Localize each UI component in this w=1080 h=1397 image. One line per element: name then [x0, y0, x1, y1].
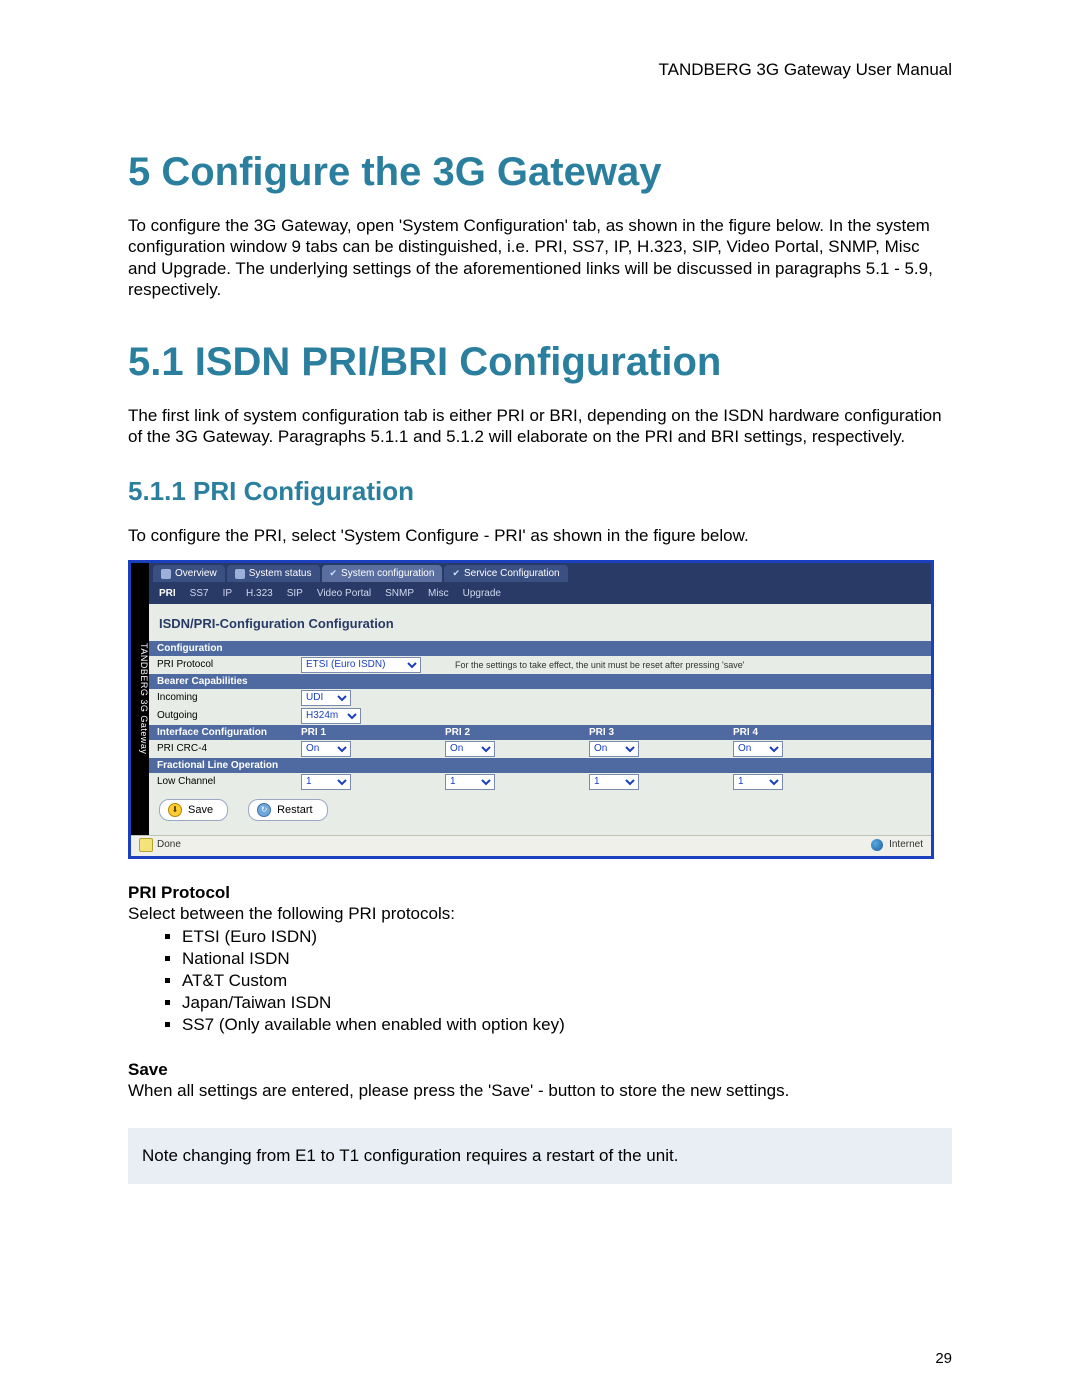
tab-system-status[interactable]: System status [227, 565, 320, 582]
label-outgoing: Outgoing [157, 710, 297, 721]
sub-tab-bar: PRI SS7 IP H.323 SIP Video Portal SNMP M… [149, 585, 931, 604]
select-lowch-pri3[interactable]: 1 [589, 774, 639, 790]
select-crc-pri1[interactable]: On [301, 741, 351, 757]
restart-icon: ↻ [257, 803, 271, 817]
select-lowch-pri4[interactable]: 1 [733, 774, 783, 790]
pri-protocol-intro: Select between the following PRI protoco… [128, 903, 952, 924]
save-button[interactable]: ⬇ Save [159, 799, 228, 821]
list-item: ETSI (Euro ISDN) [182, 926, 952, 948]
figure-pri-config: TANDBERG 3G Gateway Overview System stat… [128, 560, 934, 859]
sub-tab-snmp[interactable]: SNMP [385, 588, 414, 599]
page-number: 29 [935, 1350, 952, 1367]
label-crc4: PRI CRC-4 [157, 743, 297, 754]
tab-system-configuration[interactable]: System configuration [322, 565, 443, 582]
status-done: Done [157, 839, 181, 850]
panel-title: ISDN/PRI-Configuration Configuration [149, 610, 931, 641]
heading-section-5-1-1: 5.1.1 PRI Configuration [128, 476, 952, 507]
heading-section-5-1: 5.1 ISDN PRI/BRI Configuration [128, 340, 952, 385]
browser-status-bar: Done Internet [131, 835, 931, 856]
sub-tab-ss7[interactable]: SS7 [190, 588, 209, 599]
save-icon: ⬇ [168, 803, 182, 817]
select-crc-pri4[interactable]: On [733, 741, 783, 757]
document-header: TANDBERG 3G Gateway User Manual [128, 60, 952, 80]
sub-tab-pri[interactable]: PRI [159, 588, 176, 599]
label-low-channel: Low Channel [157, 776, 297, 787]
sub-tab-upgrade[interactable]: Upgrade [463, 588, 501, 599]
select-crc-pri2[interactable]: On [445, 741, 495, 757]
tab-overview[interactable]: Overview [153, 565, 225, 582]
overview-icon [161, 569, 171, 579]
top-tab-bar: Overview System status System configurat… [149, 563, 931, 585]
globe-icon [871, 839, 883, 851]
list-item: AT&T Custom [182, 970, 952, 992]
brand-strip: TANDBERG 3G Gateway [131, 563, 149, 835]
section-bearer: Bearer Capabilities [149, 674, 931, 689]
check-icon [452, 568, 460, 579]
section-configuration: Configuration [149, 641, 931, 656]
intro-section-5-1: The first link of system configuration t… [128, 405, 952, 448]
label-save-section: Save [128, 1060, 952, 1080]
check-icon [330, 568, 338, 579]
section-interface: Interface Configuration PRI 1 PRI 2 PRI … [149, 725, 931, 740]
select-outgoing[interactable]: H324m [301, 708, 361, 724]
pri-protocol-list: ETSI (Euro ISDN) National ISDN AT&T Cust… [128, 926, 952, 1036]
list-item: SS7 (Only available when enabled with op… [182, 1014, 952, 1036]
select-pri-protocol[interactable]: ETSI (Euro ISDN) [301, 657, 421, 673]
sub-tab-video-portal[interactable]: Video Portal [317, 588, 371, 599]
restart-button[interactable]: ↻ Restart [248, 799, 327, 821]
select-incoming[interactable]: UDI [301, 690, 351, 706]
label-pri-protocol: PRI Protocol [157, 659, 297, 670]
status-icon [235, 569, 245, 579]
select-lowch-pri1[interactable]: 1 [301, 774, 351, 790]
list-item: National ISDN [182, 948, 952, 970]
intro-section-5-1-1: To configure the PRI, select 'System Con… [128, 525, 952, 546]
tab-service-configuration[interactable]: Service Configuration [444, 565, 567, 582]
intro-chapter-5: To configure the 3G Gateway, open 'Syste… [128, 215, 952, 300]
list-item: Japan/Taiwan ISDN [182, 992, 952, 1014]
sub-tab-misc[interactable]: Misc [428, 588, 449, 599]
sub-tab-ip[interactable]: IP [223, 588, 232, 599]
heading-chapter-5: 5 Configure the 3G Gateway [128, 150, 952, 195]
save-text: When all settings are entered, please pr… [128, 1080, 952, 1101]
select-lowch-pri2[interactable]: 1 [445, 774, 495, 790]
section-fractional: Fractional Line Operation [149, 758, 931, 773]
select-crc-pri3[interactable]: On [589, 741, 639, 757]
sub-tab-h323[interactable]: H.323 [246, 588, 273, 599]
note-box: Note changing from E1 to T1 configuratio… [128, 1128, 952, 1184]
status-internet: Internet [889, 839, 923, 850]
hint-pri-protocol: For the settings to take effect, the uni… [455, 660, 923, 670]
label-pri-protocol-section: PRI Protocol [128, 883, 952, 903]
sub-tab-sip[interactable]: SIP [287, 588, 303, 599]
label-incoming: Incoming [157, 692, 297, 703]
